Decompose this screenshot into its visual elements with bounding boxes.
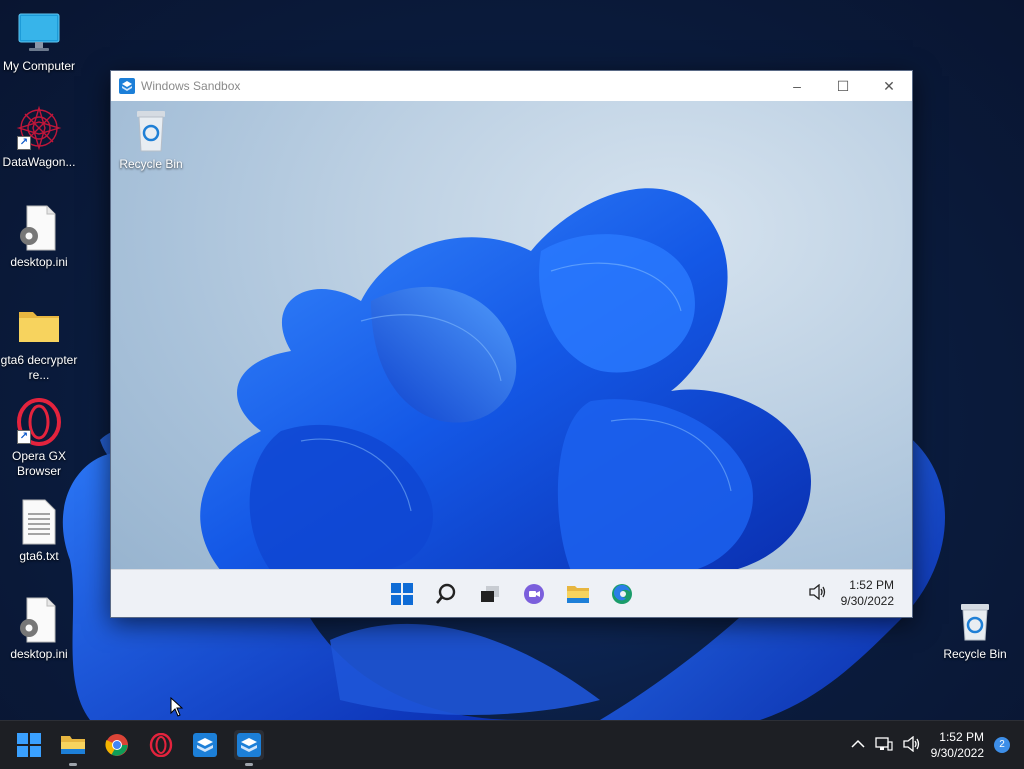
- desktop-icon-label: gta6.txt: [19, 549, 59, 563]
- close-button[interactable]: ✕: [866, 71, 912, 101]
- sandbox-taskbar[interactable]: 1:52 PM 9/30/2022: [111, 569, 912, 617]
- monitor-icon: [15, 8, 63, 56]
- desktop-icon-label: desktop.ini: [10, 647, 68, 661]
- window-title: Windows Sandbox: [141, 79, 241, 93]
- edge-icon[interactable]: [607, 579, 637, 609]
- sandbox-recycle-bin[interactable]: Recycle Bin: [117, 109, 185, 171]
- desktop-icon-datawagon[interactable]: ↗ DataWagon...: [0, 104, 78, 170]
- maximize-button[interactable]: ☐: [820, 71, 866, 101]
- host-taskbar[interactable]: 1:52 PM 9/30/2022 2: [0, 720, 1024, 769]
- sandbox-icon: [119, 78, 135, 94]
- desktop-icon-gta6-txt[interactable]: gta6.txt: [0, 498, 78, 564]
- title-bar[interactable]: Windows Sandbox – ☐ ✕: [111, 71, 912, 101]
- minimize-button[interactable]: –: [774, 71, 820, 101]
- settings-file-icon: [15, 596, 63, 644]
- opera-gx-icon: ↗: [15, 398, 63, 446]
- sandbox-clock[interactable]: 1:52 PM 9/30/2022: [841, 577, 894, 609]
- desktop-icon-label: My Computer: [2, 59, 76, 73]
- desktop-icon-desktop-ini-2[interactable]: desktop.ini: [0, 596, 78, 662]
- recycle-bin-icon: [131, 109, 171, 153]
- running-indicator: [245, 763, 253, 766]
- start-icon[interactable]: [14, 730, 44, 760]
- sandbox-clock-date: 9/30/2022: [840, 594, 894, 608]
- desktop-icon-desktop-ini[interactable]: desktop.ini: [0, 204, 78, 270]
- host-clock-time: 1:52 PM: [939, 730, 984, 744]
- sandbox-icon[interactable]: [234, 730, 264, 766]
- file-explorer-icon[interactable]: [563, 579, 593, 609]
- chrome-icon[interactable]: [102, 730, 132, 760]
- mouse-cursor-icon: [170, 697, 184, 717]
- folder-icon: [15, 302, 63, 350]
- chat-icon[interactable]: [519, 579, 549, 609]
- shortcut-arrow-icon: ↗: [17, 430, 31, 444]
- sandbox-recycle-bin-label: Recycle Bin: [119, 157, 183, 171]
- desktop-icon-label: DataWagon...: [2, 155, 76, 169]
- start-icon[interactable]: [387, 579, 417, 609]
- host-clock-date: 9/30/2022: [930, 746, 984, 760]
- notification-badge[interactable]: 2: [994, 737, 1010, 753]
- chevron-up-icon[interactable]: [851, 738, 865, 752]
- text-file-icon: [15, 498, 63, 546]
- volume-icon[interactable]: [902, 735, 921, 755]
- sandbox-window[interactable]: Windows Sandbox – ☐ ✕ Recycle Bin 1:52 P…: [110, 70, 913, 618]
- desktop-icon-opera-gx[interactable]: ↗ Opera GX Browser: [0, 398, 78, 479]
- desktop-icon-gta6-folder[interactable]: gta6 decrypter re...: [0, 302, 78, 383]
- desktop-icon-label: desktop.ini: [10, 255, 68, 269]
- recycle-bin-icon: [951, 596, 999, 644]
- fractal-app-icon: ↗: [15, 104, 63, 152]
- desktop-icon-my-computer[interactable]: My Computer: [0, 8, 78, 74]
- task-view-icon[interactable]: [475, 579, 505, 609]
- sandbox-wallpaper-bloom: [200, 188, 811, 571]
- desktop-icon-label: gta6 decrypter re...: [0, 353, 78, 382]
- file-explorer-icon[interactable]: [58, 730, 88, 766]
- volume-icon[interactable]: [808, 583, 827, 603]
- desktop-icon-label: Recycle Bin: [943, 647, 1007, 661]
- search-icon[interactable]: [431, 579, 461, 609]
- sandbox-icon[interactable]: [190, 730, 220, 760]
- host-clock[interactable]: 1:52 PM 9/30/2022: [931, 729, 984, 761]
- shortcut-arrow-icon: ↗: [17, 136, 31, 150]
- network-icon[interactable]: [874, 736, 893, 755]
- sandbox-desktop[interactable]: Recycle Bin 1:52 PM 9/30/2022: [111, 101, 912, 617]
- running-indicator: [69, 763, 77, 766]
- settings-file-icon: [15, 204, 63, 252]
- sandbox-clock-time: 1:52 PM: [849, 578, 894, 592]
- opera-gx-icon[interactable]: [146, 730, 176, 760]
- desktop-icon-label: Opera GX Browser: [11, 449, 67, 478]
- desktop-icon-recycle-bin[interactable]: Recycle Bin: [936, 596, 1014, 662]
